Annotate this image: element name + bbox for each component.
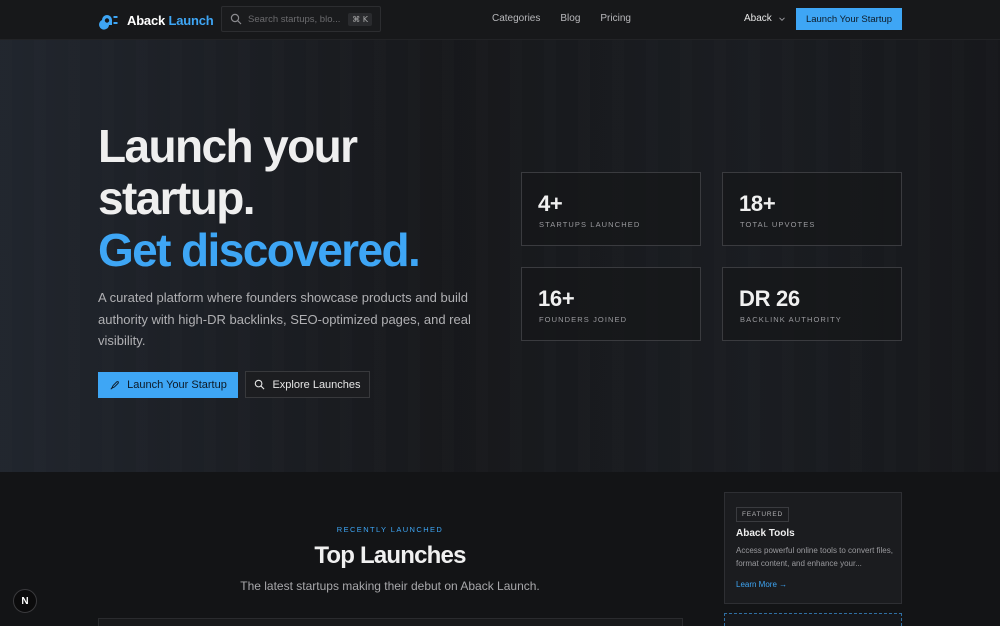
hero-title-line-1: Launch your	[98, 120, 358, 172]
stat-label: FOUNDERS JOINED	[539, 315, 628, 324]
stat-label: STARTUPS LAUNCHED	[539, 220, 641, 229]
nav-link-blog[interactable]: Blog	[560, 13, 580, 24]
featured-title: Aback Tools	[736, 528, 795, 539]
section-title: Top Launches	[314, 542, 466, 569]
search-icon	[230, 13, 242, 25]
search-icon	[255, 379, 265, 390]
stat-card-startups: 4+ STARTUPS LAUNCHED	[521, 172, 701, 246]
stat-card-upvotes: 18+ TOTAL UPVOTES	[722, 172, 902, 246]
explore-launches-button-label: Explore Launches	[272, 378, 361, 391]
nav-links: Categories Blog Pricing	[492, 13, 631, 24]
top-launches-section: RECENTLY LAUNCHED Top Launches The lates…	[0, 472, 1000, 626]
hero-section: Launch your startup. Get discovered. A c…	[0, 40, 1000, 472]
hero-description: A curated platform where founders showca…	[98, 290, 471, 348]
rocket-icon	[110, 380, 119, 389]
explore-launches-button[interactable]: Explore Launches	[245, 371, 370, 398]
featured-learn-more-link[interactable]: Learn More →	[736, 580, 787, 589]
brand-name: Aback Launch	[127, 12, 214, 28]
brand-name-first: Aback	[127, 12, 166, 28]
section-subtitle: The latest startups making their debut o…	[240, 579, 540, 593]
user-menu[interactable]: Aback	[744, 13, 786, 24]
nav-link-pricing[interactable]: Pricing	[600, 13, 631, 24]
search-input[interactable]	[248, 13, 344, 25]
stat-value: 4+	[538, 191, 563, 216]
hero-title: Launch your startup. Get discovered.	[98, 120, 498, 276]
stat-value: DR 26	[739, 286, 800, 311]
stat-card-backlink-authority: DR 26 BACKLINK AUTHORITY	[722, 267, 902, 341]
launch-startup-button-label: Launch Your Startup	[127, 379, 227, 391]
featured-card[interactable]: FEATURED Aback Tools Access powerful onl…	[724, 492, 902, 604]
launch-list-container	[98, 618, 683, 626]
sponsor-slot-card[interactable]	[724, 613, 902, 626]
stat-value: 16+	[538, 286, 575, 311]
stat-label: BACKLINK AUTHORITY	[740, 315, 842, 324]
stat-value: 18+	[739, 191, 776, 216]
stat-label: TOTAL UPVOTES	[740, 220, 816, 229]
brand-name-second: Launch	[168, 12, 214, 28]
hero-title-highlight: Get discovered.	[98, 224, 421, 276]
search-box[interactable]: ⌘ K	[221, 6, 381, 32]
brand-logo[interactable]: Aback Launch	[99, 10, 214, 30]
featured-badge: FEATURED	[736, 507, 789, 522]
hero-title-line-2: startup.	[98, 172, 255, 224]
dev-tools-badge[interactable]: N	[13, 589, 37, 613]
chevron-down-icon	[778, 16, 785, 21]
top-navbar: Aback Launch ⌘ K Categories Blog Pricing…	[0, 0, 1000, 40]
stat-card-founders: 16+ FOUNDERS JOINED	[521, 267, 701, 341]
nav-link-categories[interactable]: Categories	[492, 13, 540, 24]
search-shortcut-hint: ⌘ K	[348, 12, 372, 26]
section-eyebrow: RECENTLY LAUNCHED	[336, 525, 444, 534]
user-menu-label: Aback	[744, 13, 772, 24]
nav-launch-startup-button[interactable]: Launch Your Startup	[796, 8, 902, 30]
featured-description: Access powerful online tools to convert …	[736, 546, 893, 568]
logo-mark-icon	[99, 15, 118, 30]
launch-startup-button[interactable]: Launch Your Startup	[98, 372, 238, 398]
